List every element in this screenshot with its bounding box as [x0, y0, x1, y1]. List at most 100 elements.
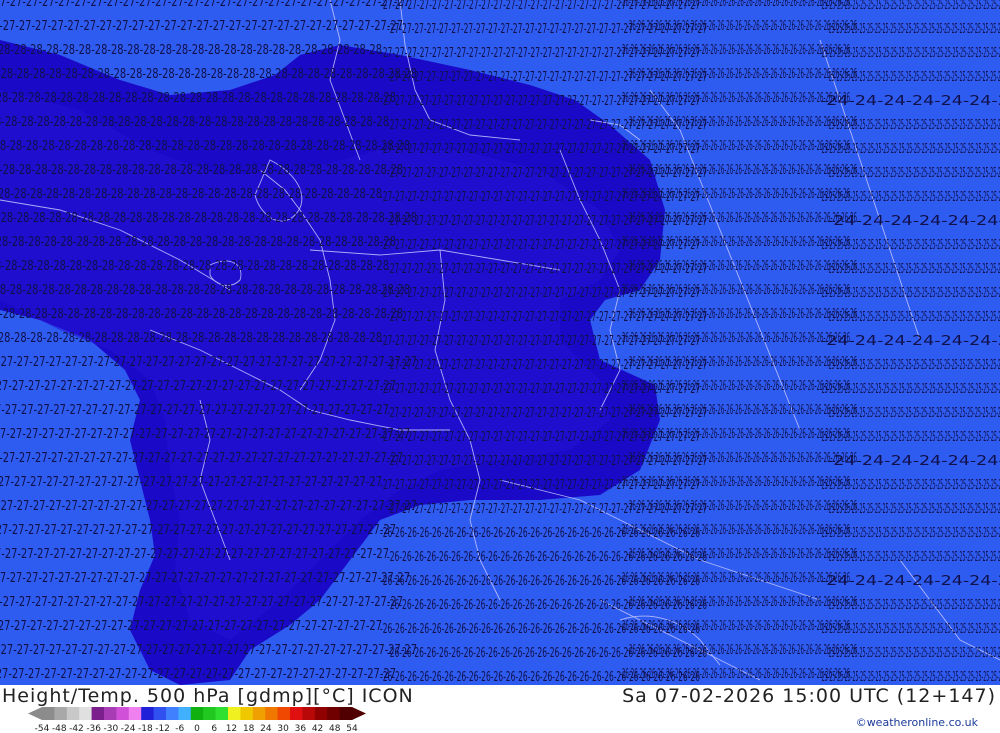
contour-label-row: -27-27-27-27-27-27-27-27-27-27-27-27-27-…	[0, 379, 396, 394]
contour-label-row: -28-28-28-28-28-28-28-28-28-28-28-28-28-…	[0, 43, 382, 58]
credit-link[interactable]: ©weatheronline.co.uk	[856, 716, 978, 729]
contour-label-row: -28-28-28-28-28-28-28-28-28-28-28-28-28-…	[0, 235, 396, 250]
contour-label-row: -26-26-26-26-26-26-26-26-26-26-26-26-26-…	[627, 211, 857, 226]
contour-label-row: -28-28-28-28-28-28-28-28-28-28-28-28-28-…	[0, 115, 389, 130]
contour-label-row: -26-26-26-26-26-26-26-26-26-26-26-26-26-…	[627, 547, 857, 562]
scale-tick-label: 0	[194, 724, 200, 733]
contour-label-row: -28-28-28-28-28-28-28-28-28-28-28-28-28-…	[0, 211, 417, 226]
scale-swatch	[203, 707, 217, 720]
scale-swatch	[104, 707, 117, 720]
contour-label-row: -24-24-24-24-24-24-24	[827, 454, 1000, 469]
contour-label-row: -25-25-25-25-25-25-25-25-25-25-25-25-25-…	[827, 166, 1000, 181]
contour-label-row: -24-24-24-24-24-24-24	[820, 94, 1000, 109]
contour-label-row: -28-28-28-28-28-28-28-28-28-28-28-28-28-…	[0, 67, 417, 82]
contour-label-row: -25-25-25-25-25-25-25-25-25-25-25-25-25-…	[827, 70, 1000, 85]
contour-label-row: -26-26-26-26-26-26-26-26-26-26-26-26-26-…	[620, 187, 850, 202]
scale-arrow-high	[352, 707, 366, 720]
map-footer: Height/Temp. 500 hPa [gdmp][°C] ICON Sa …	[0, 685, 1000, 733]
contour-label-row: -26-26-26-26-26-26-26-26-26-26-26-26-26-…	[620, 667, 850, 682]
contour-label-row: -26-26-26-26-26-26-26-26-26-26-26-26-26-…	[620, 331, 850, 346]
scale-swatch	[166, 707, 179, 720]
contour-label-row: -25-25-25-25-25-25-25-25-25-25-25-25-25-…	[827, 646, 1000, 661]
scale-tick-label: 36	[295, 724, 307, 733]
scale-swatch	[79, 707, 93, 720]
color-scale-labels: -54 -48 -42 -36 -30 -24 -18 -12 -6 0 6 12 18 24 30 36 42…	[35, 724, 358, 733]
contour-label-row: -24-24-24-24-24-24-24	[820, 334, 1000, 349]
scale-tick-label: 48	[329, 724, 341, 733]
scale-swatch	[190, 707, 204, 720]
contour-label-row: -26-26-26-26-26-26-26-26-26-26-26-26-26-…	[627, 355, 857, 370]
scale-tick-label: -6	[175, 724, 184, 733]
contour-label-row: -25-25-25-25-25-25-25-25-25-25-25-25-25-…	[827, 406, 1000, 421]
contour-labels: -27-27-27-27-27-27-27-27-27-27-27-27-27-…	[0, 0, 1000, 685]
scale-tick-label: 6	[211, 724, 217, 733]
contour-label-row: -25-25-25-25-25-25-25-25-25-25-25-25-25-…	[827, 358, 1000, 373]
scale-tick-label: 24	[260, 724, 272, 733]
scale-tick-label: -54	[35, 724, 50, 733]
contour-label-row: -25-25-25-25-25-25-25-25-25-25-25-25-25-…	[827, 310, 1000, 325]
contour-label-row: -25-25-25-25-25-25-25-25-25-25-25-25-25-…	[827, 118, 1000, 133]
contour-label-row: -28-28-28-28-28-28-28-28-28-28-28-28-28-…	[0, 187, 382, 202]
scale-arrow-low	[28, 707, 42, 720]
scale-tick-label: 12	[226, 724, 237, 733]
scale-swatch	[228, 707, 241, 720]
scale-tick-label: 42	[312, 724, 323, 733]
contour-label-row: -26-26-26-26-26-26-26-26-26-26-26-26-26-…	[620, 523, 850, 538]
valid-time: Sa 07-02-2026 15:00 UTC (12+147)	[622, 685, 996, 707]
contour-label-row: -28-28-28-28-28-28-28-28-28-28-28-28-28-…	[0, 259, 389, 274]
scale-swatch	[66, 707, 80, 720]
contour-label-row: -28-28-28-28-28-28-28-28-28-28-28-28-28-…	[0, 331, 382, 346]
contour-label-row: -28-28-28-28-28-28-28-28-28-28-28-28-28-…	[0, 91, 396, 106]
contour-label-row: -25-25-25-25-25-25-25-25-25-25-25-25-25-…	[827, 262, 1000, 277]
contour-label-row: -27-27-27-27-27-27-27-27-27-27-27-27-27-…	[0, 523, 396, 538]
scale-swatch	[153, 707, 167, 720]
scale-swatch	[91, 707, 105, 720]
contour-label-row: -26-26-26-26-26-26-26-26-26-26-26-26-26-…	[620, 139, 850, 154]
scale-tick-label: -36	[86, 724, 101, 733]
scale-tick-label: 30	[277, 724, 289, 733]
contour-label-row: -24-24-24-24-24-24-24	[820, 574, 1000, 589]
contour-label-row: -26-26-26-26-26-26-26-26-26-26-26-26-26-…	[620, 235, 850, 250]
contour-label-row: -25-25-25-25-25-25-25-25-25-25-25-25-25-…	[820, 286, 1000, 301]
scale-swatch	[265, 707, 279, 720]
contour-label-row: -27-27-27-27-27-27-27-27-27-27-27-27-27-…	[0, 0, 410, 10]
scale-swatch	[240, 707, 254, 720]
weather-map: -27-27-27-27-27-27-27-27-27-27-27-27-27-…	[0, 0, 1000, 685]
contour-label-row: -26-26-26-26-26-26-26-26-26-26-26-26-26-…	[627, 403, 857, 418]
contour-label-row: -27-27-27-27-27-27-27-27-27-27-27-27-27-…	[0, 19, 403, 34]
contour-label-row: -25-25-25-25-25-25-25-25-25-25-25-25-25-…	[820, 190, 1000, 205]
contour-label-row: -26-26-26-26-26-26-26-26-26-26-26-26-26-…	[620, 475, 850, 490]
map-title: Height/Temp. 500 hPa [gdmp][°C] ICON	[2, 685, 414, 707]
scale-swatch	[116, 707, 130, 720]
contour-label-row: -26-26-26-26-26-26-26-26-26-26-26-26-26-…	[620, 379, 850, 394]
contour-label-row: -27-27-27-27-27-27-27-27-27-27-27-27-27-…	[0, 475, 382, 490]
contour-label-row: -28-28-28-28-28-28-28-28-28-28-28-28-28-…	[0, 163, 403, 178]
scale-tick-label: -24	[121, 724, 136, 733]
contour-label-row: -25-25-25-25-25-25-25-25-25-25-25-25-25-…	[820, 670, 1000, 685]
contour-label-row: -27-27-27-27-27-27-27-27-27-27-27-27-27-…	[0, 451, 403, 466]
contour-label-row: -26-26-26-26-26-26-26-26-26-26-26-26-26-…	[627, 643, 857, 658]
scale-tick-label: -42	[69, 724, 84, 733]
scale-tick-label: -12	[155, 724, 170, 733]
contour-label-row: -26-26-26-26-26-26-26-26-26-26-26-26-26-…	[627, 499, 857, 514]
contour-label-row: -28-28-28-28-28-28-28-28-28-28-28-28-28-…	[0, 139, 410, 154]
contour-label-row: -24-24-24-24-24-24-24	[827, 214, 1000, 229]
scale-swatch	[178, 707, 192, 720]
scale-swatch	[252, 707, 266, 720]
contour-label-row: -27-27-27-27-27-27-27-27-27-27-27-27-27-…	[0, 619, 382, 634]
scale-swatch	[339, 707, 353, 720]
scale-swatch	[215, 707, 229, 720]
contour-label-row: -25-25-25-25-25-25-25-25-25-25-25-25-25-…	[820, 622, 1000, 637]
contour-label-row: -25-25-25-25-25-25-25-25-25-25-25-25-25-…	[820, 46, 1000, 61]
contour-label-row: -25-25-25-25-25-25-25-25-25-25-25-25-25-…	[820, 526, 1000, 541]
contour-label-row: -27-27-27-27-27-27-27-27-27-27-27-27-27-…	[0, 547, 389, 562]
scale-swatch	[141, 707, 155, 720]
contour-label-row: -28-28-28-28-28-28-28-28-28-28-28-28-28-…	[0, 283, 410, 298]
map-canvas: -27-27-27-27-27-27-27-27-27-27-27-27-27-…	[0, 0, 1000, 685]
contour-label-row: -27-27-27-27-27-27-27-27-27-27-27-27-27-…	[0, 427, 410, 442]
contour-label-row: -26-26-26-26-26-26-26-26-26-26-26-26-26-…	[627, 67, 857, 82]
scale-swatch	[302, 707, 316, 720]
contour-label-row: -25-25-25-25-25-25-25-25-25-25-25-25-25-…	[820, 0, 1000, 13]
contour-label-row: -26-26-26-26-26-26-26-26-26-26-26-26-26-…	[620, 571, 850, 586]
color-scale-legend: -54 -48 -42 -36 -30 -24 -18 -12 -6 0 6 12 18 24 30 36 42…	[28, 707, 366, 733]
